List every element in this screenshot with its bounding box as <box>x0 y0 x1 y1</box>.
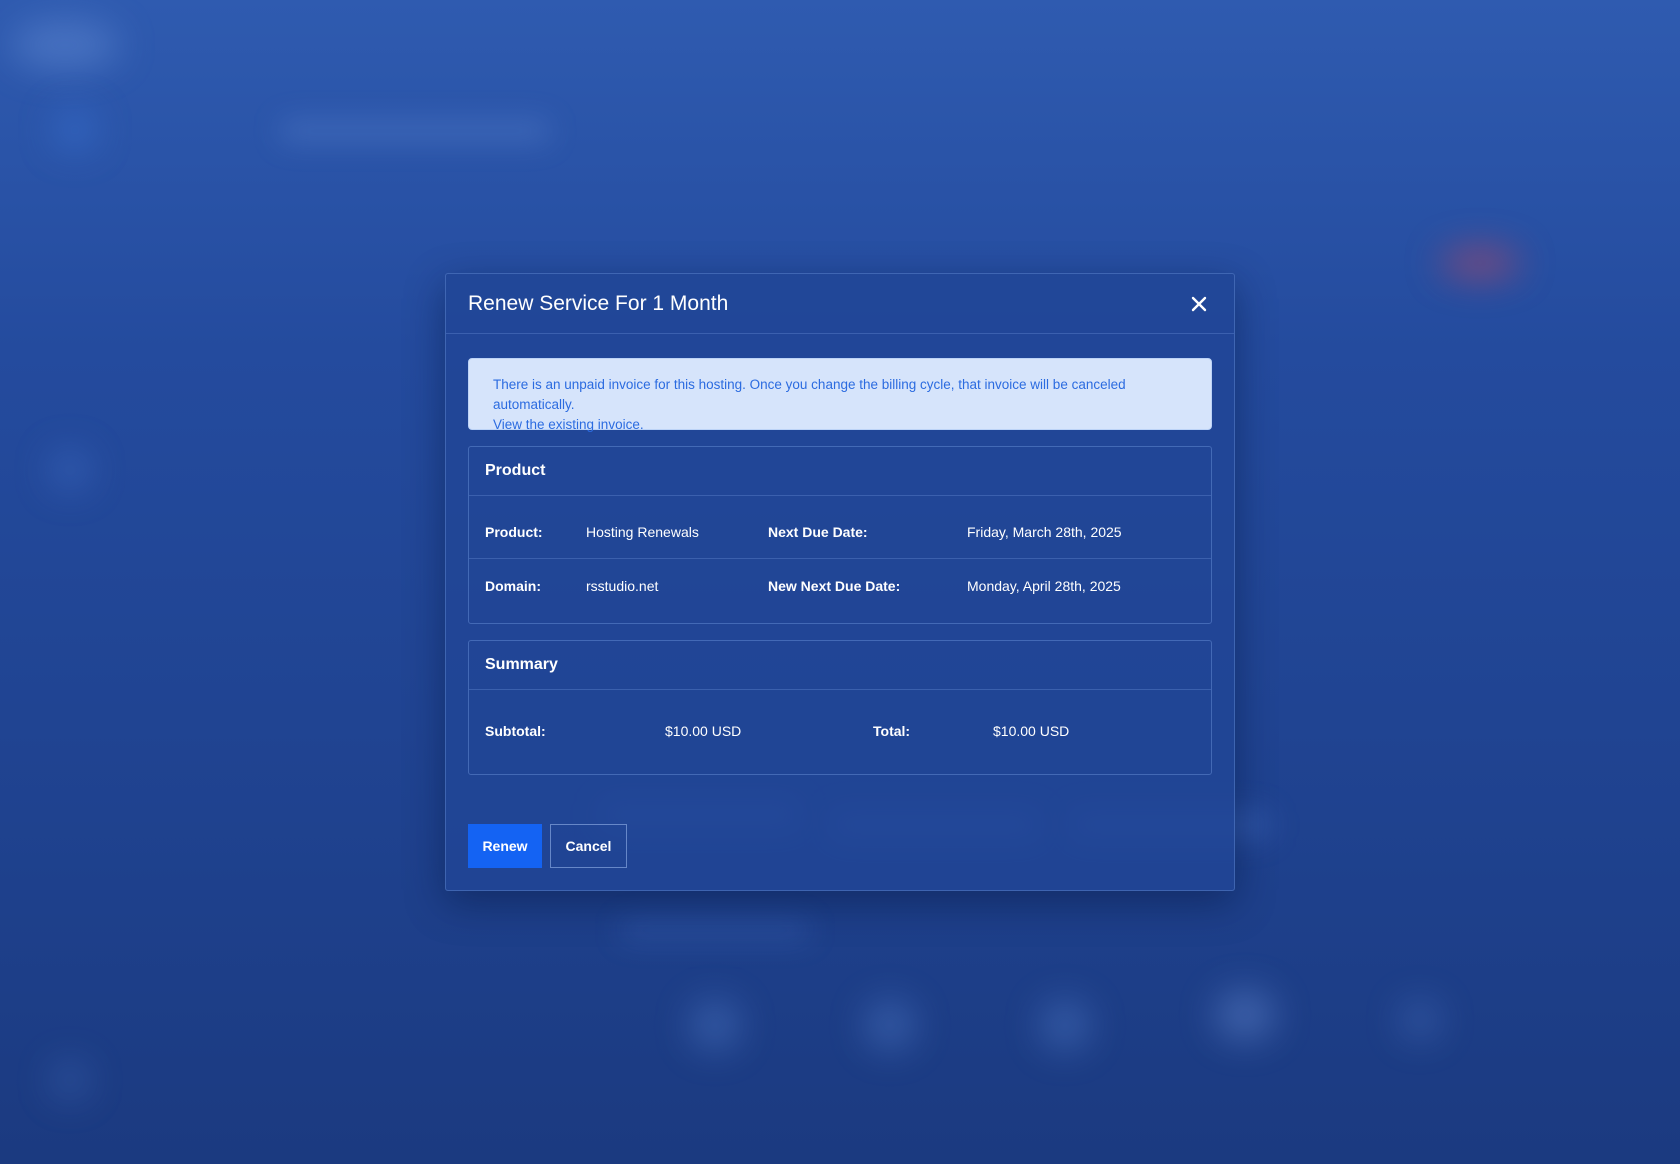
summary-heading: Summary <box>469 641 1211 690</box>
renew-button[interactable]: Renew <box>468 824 542 868</box>
domain-label: Domain: <box>485 577 541 594</box>
summary-details: Subtotal: $10.00 USD Total: $10.00 USD <box>469 690 1211 774</box>
close-icon[interactable] <box>1186 291 1212 317</box>
domain-row: Domain: rsstudio.net New Next Due Date: … <box>469 558 1211 612</box>
next-due-date-value: Friday, March 28th, 2025 <box>967 523 1122 540</box>
next-due-date-label: Next Due Date: <box>768 523 868 540</box>
product-card: Product Product: Hosting Renewals Next D… <box>468 446 1212 624</box>
product-heading: Product <box>469 447 1211 496</box>
summary-card: Summary Subtotal: $10.00 USD Total: $10.… <box>468 640 1212 775</box>
product-value: Hosting Renewals <box>586 523 699 540</box>
alert-message: There is an unpaid invoice for this host… <box>493 377 1126 412</box>
unpaid-invoice-alert: There is an unpaid invoice for this host… <box>468 358 1212 432</box>
new-next-due-date-value: Monday, April 28th, 2025 <box>967 577 1121 594</box>
cancel-button[interactable]: Cancel <box>550 824 627 868</box>
new-next-due-date-label: New Next Due Date: <box>768 577 901 594</box>
subtotal-value: $10.00 USD <box>665 723 742 739</box>
product-label: Product: <box>485 523 543 540</box>
total-value: $10.00 USD <box>993 723 1070 739</box>
modal-header: Renew Service For 1 Month <box>446 274 1234 334</box>
view-invoice-link[interactable]: View the existing invoice. <box>493 415 1187 435</box>
product-row: Product: Hosting Renewals Next Due Date:… <box>469 505 1211 558</box>
total-label: Total: <box>873 723 911 739</box>
subtotal-label: Subtotal: <box>485 723 546 739</box>
modal-actions: Renew Cancel <box>468 824 627 868</box>
modal-body: There is an unpaid invoice for this host… <box>446 334 1234 775</box>
domain-value: rsstudio.net <box>586 577 659 594</box>
product-details: Product: Hosting Renewals Next Due Date:… <box>469 496 1211 623</box>
renew-service-modal: Renew Service For 1 Month There is an un… <box>445 273 1235 891</box>
modal-title: Renew Service For 1 Month <box>468 291 729 315</box>
